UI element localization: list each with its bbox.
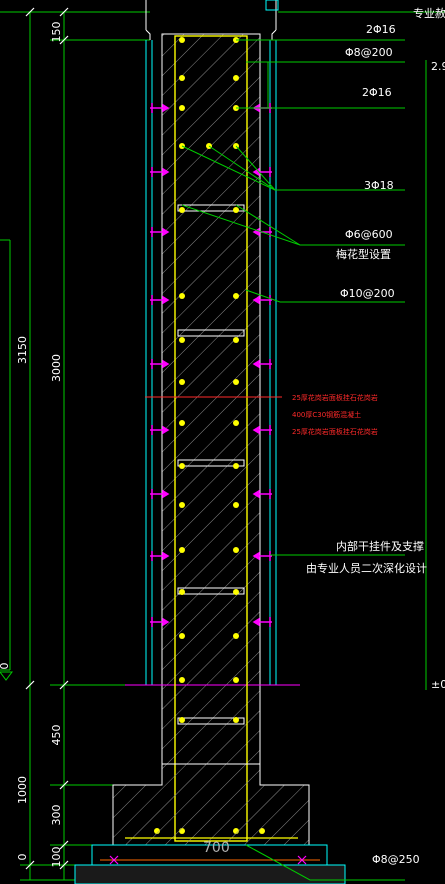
rebar-dot [179,105,185,111]
label-3phi18: 3Φ18 [364,179,394,192]
label-2phi16-top: 2Φ16 [366,23,396,36]
dim-100: 100 [50,847,63,868]
label-phi6-600: Φ6@600 [345,228,393,241]
rebar-dot [233,207,239,213]
rebar-dot [233,379,239,385]
dim-3000: 3000 [50,354,63,382]
dim-700: 700 [203,840,230,856]
rebar-dot [179,75,185,81]
rebar-dot [179,633,185,639]
rebar-dot [179,37,185,43]
rebar-dot [179,589,185,595]
rebar-dot [233,633,239,639]
column-body [125,33,300,765]
red-note-2: 400厚C30钢筋混凝土 [292,410,361,419]
rebar-dot [179,677,185,683]
top-right-label: 专业赦 [413,6,445,20]
red-note-1: 25厚花岗岩面板挂石花岗岩 [292,393,378,402]
rebar-dot [179,337,185,343]
rebar-dot [233,677,239,683]
label-hanger-2: 由专业人员二次深化设计 [306,561,427,575]
rebar-dot [179,717,185,723]
rebar-dot [233,502,239,508]
rebar-dot [179,463,185,469]
dim-0-left: 0 [0,663,11,670]
rebar-dot [233,717,239,723]
right-edge-label-bottom: ±0 [431,678,445,691]
rebar-dot [233,337,239,343]
rebar-dot [179,547,185,553]
left-dimension-lines [0,11,150,881]
dim-300: 300 [50,805,63,826]
label-phi8-250: Φ8@250 [372,853,420,866]
dim-1000: 1000 [16,776,29,804]
rebar-dot [233,463,239,469]
label-hanger-1: 内部干挂件及支撑 [336,539,424,553]
dim-150: 150 [50,22,63,43]
label-2phi16-mid: 2Φ16 [362,86,392,99]
rebar-dot [179,379,185,385]
footing [74,763,346,884]
rebar-dot [179,502,185,508]
rebar-dot [233,547,239,553]
rebar-dot [233,293,239,299]
level-marker-icon [0,671,13,681]
label-tie-pattern: 梅花型设置 [336,247,391,261]
rebar-dot [179,207,185,213]
right-edge-label-top: 2.9 [431,60,445,73]
rebar-dot [233,75,239,81]
red-note-3: 25厚花岗岩面板挂石花岗岩 [292,427,378,436]
rebar-dot [233,420,239,426]
dim-450: 450 [50,725,63,746]
dim-0-bottom: 0 [16,854,29,861]
label-phi8-200: Φ8@200 [345,46,393,59]
rebar-dot [179,420,185,426]
label-phi10-200: Φ10@200 [340,287,395,300]
cad-column-section: 150 3150 3000 450 1000 300 100 0 0 专业赦 2… [0,0,445,884]
rebar-dot [179,293,185,299]
rebar-dot [233,589,239,595]
dim-3150: 3150 [16,336,29,364]
